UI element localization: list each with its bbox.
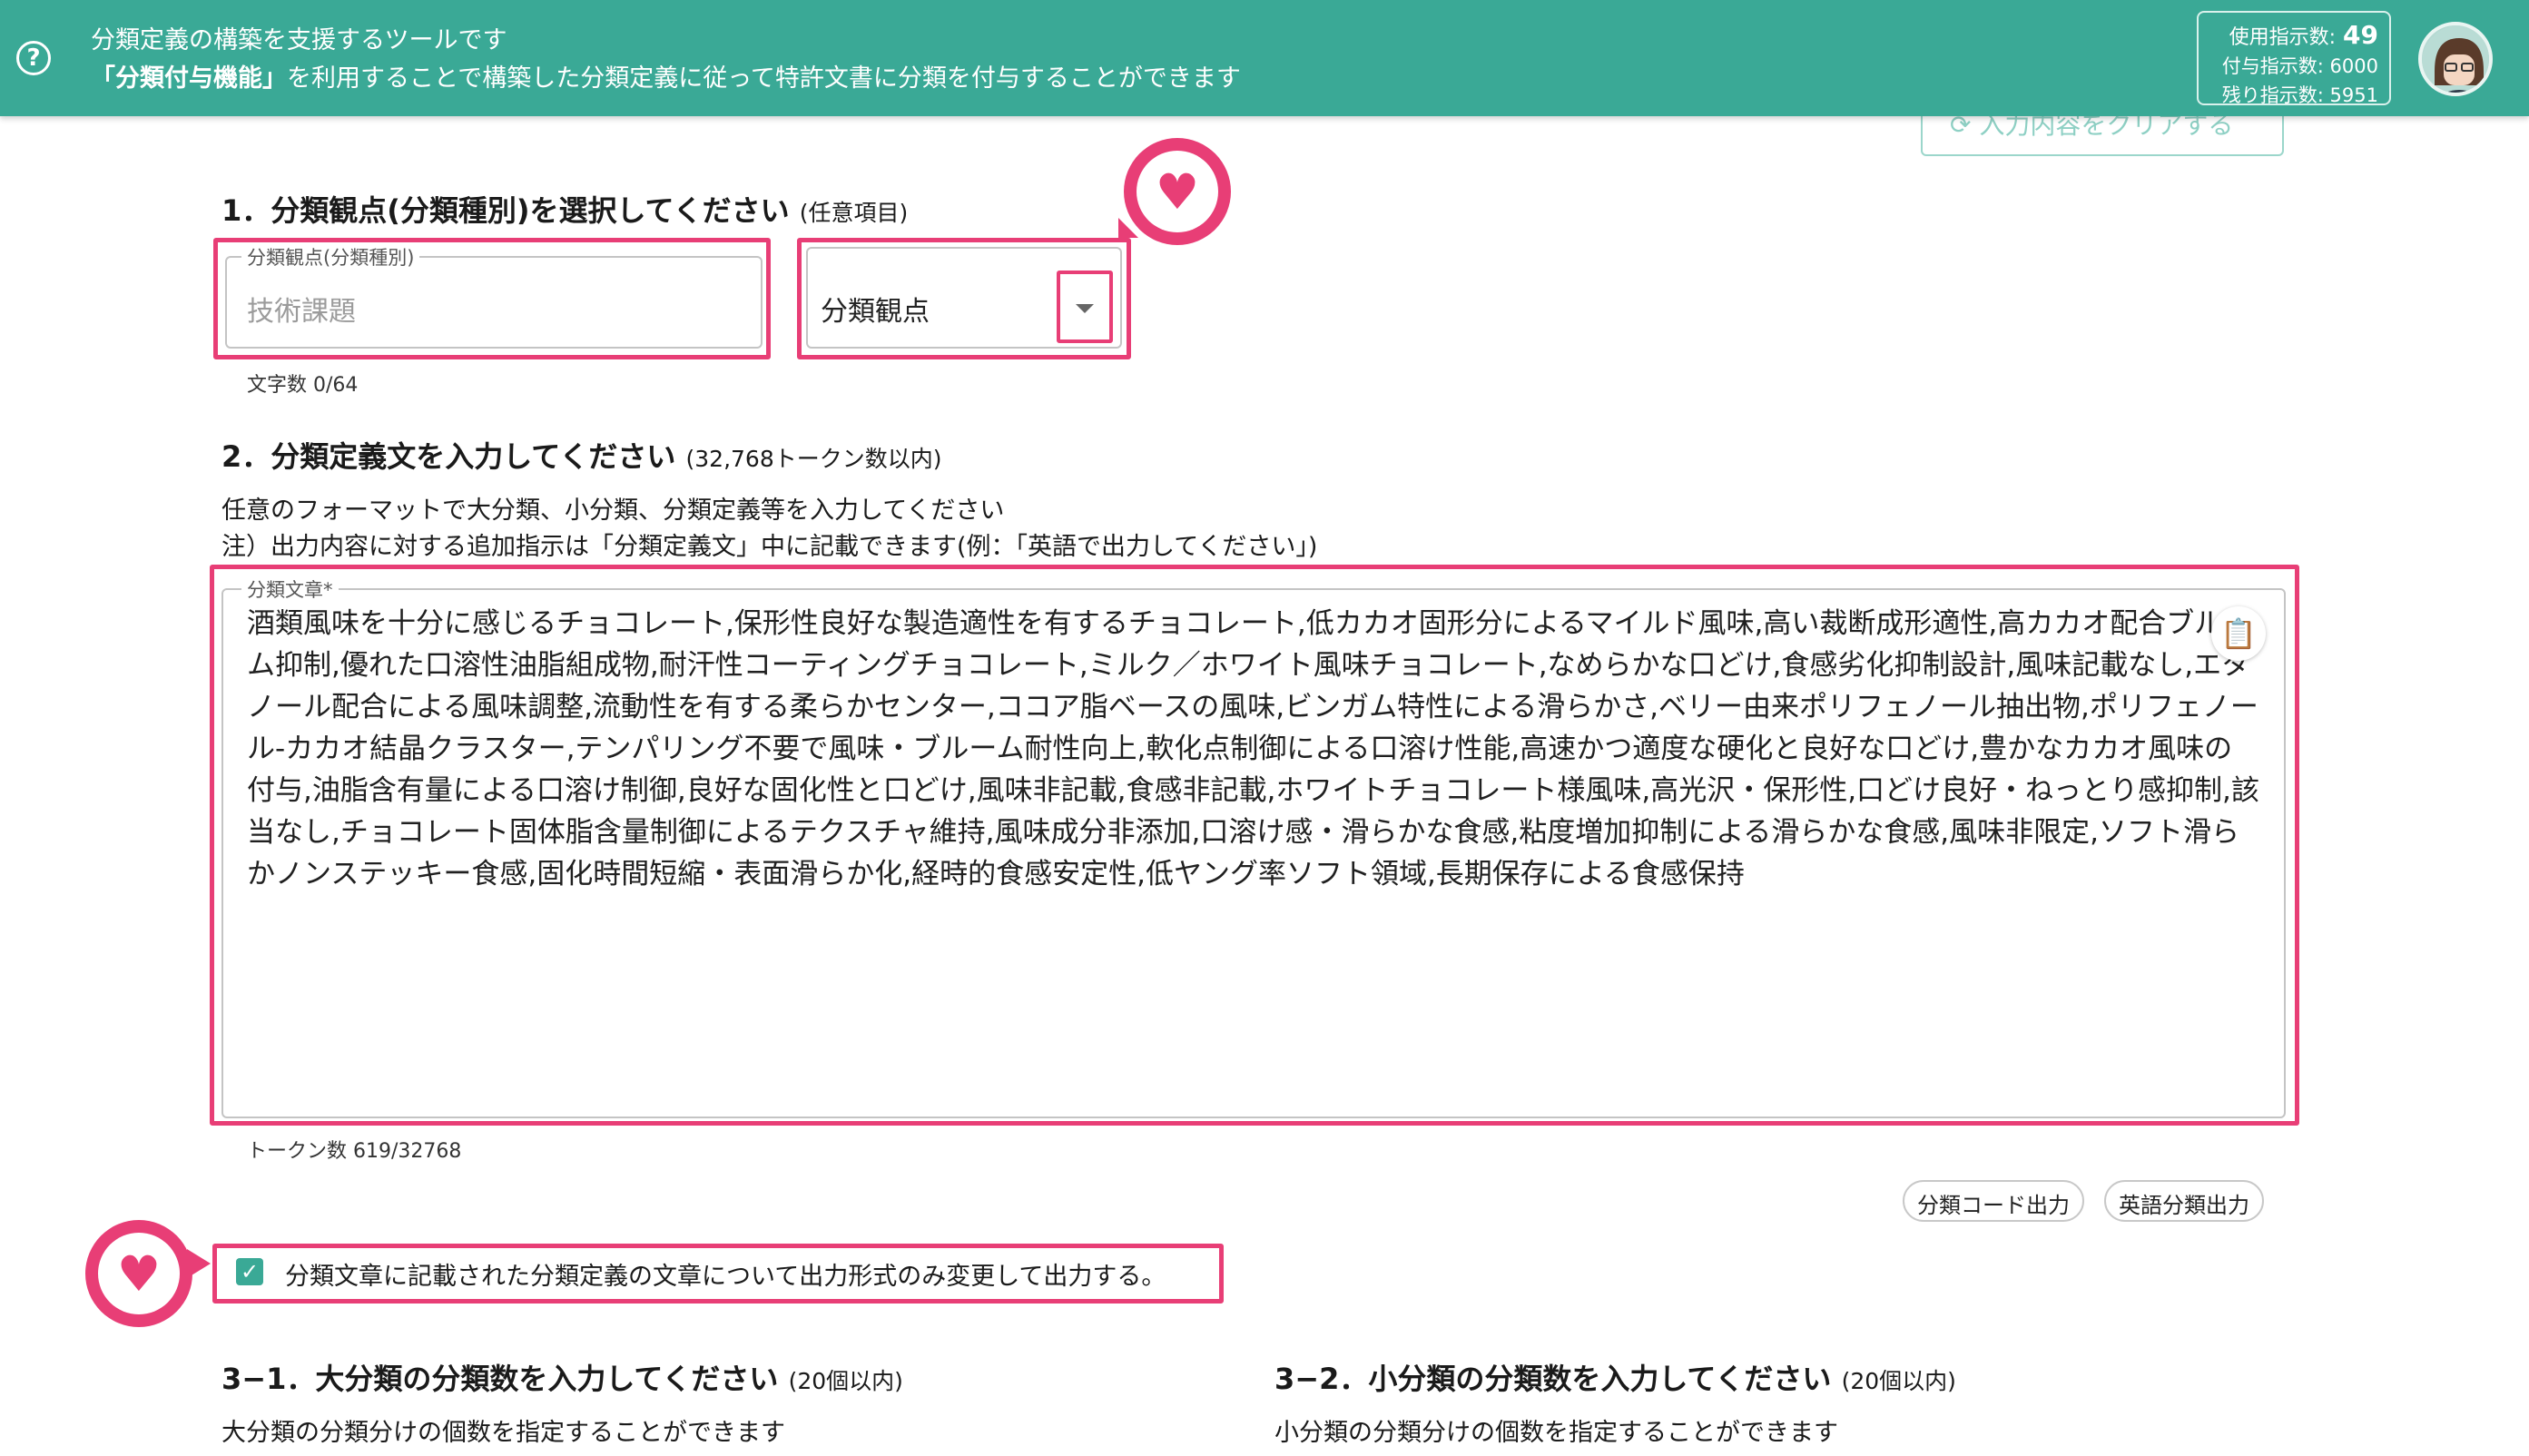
heart-annotation-icon-2: ♥ xyxy=(85,1220,192,1327)
output-english-chip[interactable]: 英語分類出力 xyxy=(2104,1180,2264,1222)
usage-counter: 使用指示数: 49 付与指示数: 6000 残り指示数: 5951 xyxy=(2197,11,2391,106)
heart-icon-2: ♥ xyxy=(98,1233,180,1314)
definition-textarea-label: 分類文章* xyxy=(241,576,339,603)
viewpoint-char-count: 文字数 0/64 xyxy=(247,374,359,397)
section31-title-text: 3−1．大分類の分類数を入力してください xyxy=(221,1362,779,1396)
section1-note: (任意項目) xyxy=(799,200,909,226)
viewpoint-input-placeholder: 技術課題 xyxy=(247,296,356,328)
section31-note: (20個以内) xyxy=(788,1368,903,1394)
section31-title: 3−1．大分類の分類数を入力してください (20個以内) xyxy=(221,1356,903,1398)
app-header: ? 分類定義の構築を支援するツールです 「分類付与機能」を利用することで構築した… xyxy=(0,0,2529,116)
format-only-checkbox-label: 分類文章に記載された分類定義の文章について出力形式のみ変更して出力する。 xyxy=(285,1263,1166,1291)
section1-title: 1．分類観点(分類種別)を選択してください (任意項目) xyxy=(221,188,908,230)
section32-title: 3−2．小分類の分類数を入力してください (20個以内) xyxy=(1274,1356,1956,1398)
section32-description: 小分類の分類分けの個数を指定することができます xyxy=(1274,1419,1838,1447)
heart-annotation-icon: ♥ xyxy=(1124,138,1231,245)
header-subdescription: 「分類付与機能」を利用することで構築した分類定義に従って特許文書に分類を付与する… xyxy=(91,58,1241,93)
section31-description: 大分類の分類分けの個数を指定することができます xyxy=(221,1419,785,1447)
viewpoint-select-value: 分類観点 xyxy=(821,296,930,328)
chevron-down-icon[interactable] xyxy=(1076,304,1094,313)
heart-pointer xyxy=(1118,218,1138,238)
user-avatar-icon[interactable] xyxy=(2418,22,2493,96)
used-count-value: 49 xyxy=(2343,20,2378,50)
help-circle-icon[interactable]: ? xyxy=(16,41,51,75)
remaining-count: 残り指示数: 5951 xyxy=(2221,84,2378,106)
section2-title-text: 2．分類定義文を入力してください xyxy=(221,439,676,474)
feature-name: 「分類付与機能」 xyxy=(91,64,287,93)
format-only-checkbox[interactable]: ✓ xyxy=(236,1258,263,1285)
section2-description: 任意のフォーマットで大分類、小分類、分類定義等を入力してください xyxy=(221,497,1005,525)
section32-note: (20個以内) xyxy=(1841,1368,1956,1394)
token-count: トークン数 619/32768 xyxy=(247,1140,462,1163)
header-description: 分類定義の構築を支援するツールです xyxy=(91,26,507,54)
heart-icon: ♥ xyxy=(1137,151,1218,232)
clipboard-icon[interactable]: 📋 xyxy=(2211,606,2266,661)
feature-description: を利用することで構築した分類定義に従って特許文書に分類を付与することができます xyxy=(287,64,1241,93)
granted-count: 付与指示数: 6000 xyxy=(2221,55,2378,77)
section2-title: 2．分類定義文を入力してください (32,768トークン数以内) xyxy=(221,434,941,476)
section1-title-text: 1．分類観点(分類種別)を選択してください xyxy=(221,193,790,228)
heart-pointer-2 xyxy=(187,1249,211,1278)
section32-title-text: 3−2．小分類の分類数を入力してください xyxy=(1274,1362,1832,1396)
section2-note-description: 注）出力内容に対する追加指示は「分類定義文」中に記載できます(例：「英語で出力し… xyxy=(221,533,1318,561)
output-code-chip[interactable]: 分類コード出力 xyxy=(1903,1180,2084,1222)
used-count-label: 使用指示数: xyxy=(2229,26,2337,49)
definition-textarea-content[interactable]: 酒類風味を十分に感じるチョコレート,保形性良好な製造適性を有するチョコレート,低… xyxy=(247,603,2260,895)
section2-note: (32,768トークン数以内) xyxy=(685,446,942,472)
viewpoint-input-label: 分類観点(分類種別) xyxy=(241,243,420,271)
